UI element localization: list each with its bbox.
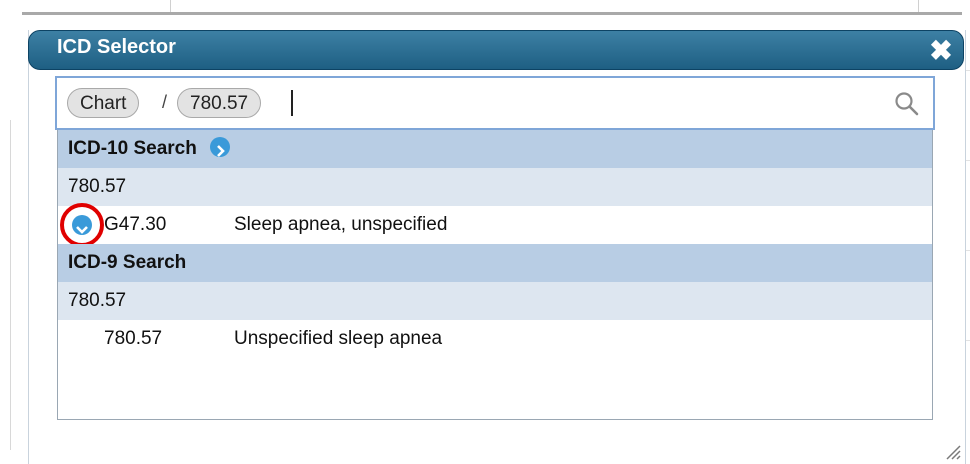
background-tick xyxy=(918,0,919,12)
resize-grip-icon[interactable] xyxy=(941,440,961,460)
breadcrumb-code[interactable]: 780.57 xyxy=(177,88,262,118)
search-icon[interactable] xyxy=(893,90,921,118)
arrow-right-circle-icon[interactable] xyxy=(210,136,231,157)
breadcrumb-separator: / xyxy=(162,92,168,112)
section-title: ICD-10 Search xyxy=(68,138,197,159)
result-description: Sleep apnea, unspecified xyxy=(234,214,448,235)
section-header-icd9: ICD-9 Search xyxy=(58,244,932,282)
result-code: G47.30 xyxy=(104,214,167,235)
background-divider xyxy=(22,12,962,15)
search-input[interactable]: Chart / 780.57 xyxy=(55,76,935,130)
icd-selector-dialog: ICD Selector ✖ Chart / 780.57 ICD-10 Sea… xyxy=(28,30,966,464)
section-title: ICD-9 Search xyxy=(68,252,187,273)
background-border-left xyxy=(10,120,11,450)
query-text: 780.57 xyxy=(68,290,127,311)
result-row[interactable]: 780.57 Unspecified sleep apnea xyxy=(58,320,932,358)
results-panel: ICD-10 Search 780.57 G47.30 Sleep apnea,… xyxy=(57,130,933,420)
dialog-titlebar[interactable]: ICD Selector ✖ xyxy=(28,30,964,70)
text-cursor xyxy=(291,90,293,116)
highlight-circle xyxy=(60,203,104,247)
breadcrumb-chart[interactable]: Chart xyxy=(67,88,140,118)
result-row[interactable]: G47.30 Sleep apnea, unspecified xyxy=(58,203,932,247)
screen: ICD Selector ✖ Chart / 780.57 ICD-10 Sea… xyxy=(0,0,970,464)
group-row-icd10: 780.57 xyxy=(58,168,932,206)
background-tick xyxy=(170,0,171,12)
section-header-icd10: ICD-10 Search xyxy=(58,130,932,168)
group-row-icd9: 780.57 xyxy=(58,282,932,320)
result-code: 780.57 xyxy=(104,328,163,349)
close-icon[interactable]: ✖ xyxy=(929,37,953,65)
result-description: Unspecified sleep apnea xyxy=(234,328,443,349)
query-text: 780.57 xyxy=(68,176,127,197)
dialog-title: ICD Selector xyxy=(57,36,176,58)
